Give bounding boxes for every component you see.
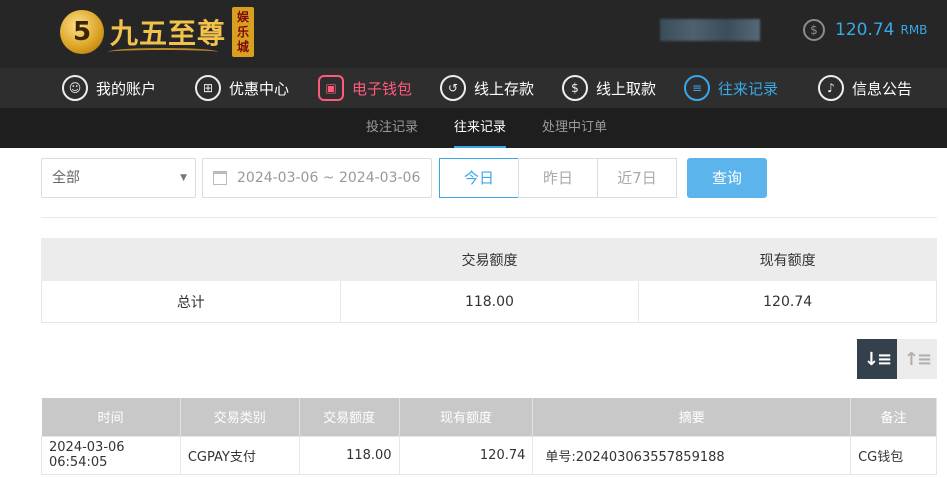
col-header-amount: 交易额度 — [299, 398, 400, 436]
masked-username — [660, 19, 760, 41]
logo-mark-icon: 5 — [60, 10, 104, 54]
date-range-input[interactable]: 2024-03-06 ~ 2024-03-06 — [202, 158, 432, 198]
tab-pending-orders[interactable]: 处理中订单 — [542, 108, 607, 148]
nav-label: 优惠中心 — [229, 79, 290, 98]
summary-header-cell — [41, 238, 341, 281]
col-header-time: 时间 — [41, 398, 181, 436]
sort-ascending-icon: ↑≡ — [903, 348, 932, 370]
wallet-icon: ▣ — [318, 75, 344, 101]
table-row: 2024-03-06 06:54:05 CGPAY支付 118.00 120.7… — [41, 435, 937, 475]
col-header-note: 备注 — [850, 398, 937, 436]
nav-label: 线上取款 — [596, 79, 657, 98]
caret-down-icon: ▼ — [180, 173, 187, 183]
date-range-value: 2024-03-06 ~ 2024-03-06 — [237, 170, 421, 186]
nav-e-wallet[interactable]: ▣ 电子钱包 — [318, 68, 412, 108]
summary-table: 交易额度 现有额度 总计 118.00 120.74 — [41, 238, 937, 323]
cell-amount: 118.00 — [298, 435, 400, 475]
nav-label: 往来记录 — [718, 79, 779, 98]
sort-ascending-button[interactable]: ↑≡ — [897, 339, 937, 379]
summary-header-cell: 现有额度 — [638, 238, 937, 281]
nav-label: 线上存款 — [474, 79, 535, 98]
col-header-type: 交易类别 — [180, 398, 300, 436]
summary-header-row: 交易额度 现有额度 — [41, 238, 937, 281]
summary-total-amount: 118.00 — [339, 280, 640, 323]
cell-balance: 120.74 — [398, 435, 534, 475]
nav-announcements[interactable]: ♪ 信息公告 — [818, 68, 912, 108]
nav-online-deposit[interactable]: ↺ 线上存款 — [440, 68, 534, 108]
cell-note: CG钱包 — [850, 435, 937, 475]
range-yesterday-button[interactable]: 昨日 — [518, 158, 598, 198]
records-icon: ≡ — [684, 75, 710, 101]
nav-label: 电子钱包 — [352, 79, 413, 98]
bell-icon: ♪ — [818, 75, 844, 101]
cell-summary: 单号:202403063557859188 — [532, 435, 852, 475]
calendar-icon — [213, 171, 227, 185]
nav-my-account[interactable]: ☺ 我的账户 — [62, 68, 156, 108]
col-header-balance: 现有额度 — [399, 398, 534, 436]
summary-total-row: 总计 118.00 120.74 — [41, 280, 937, 323]
nav-promotions[interactable]: ⊞ 优惠中心 — [195, 68, 289, 108]
balance-currency: RMB — [900, 23, 928, 37]
nav-label: 信息公告 — [852, 79, 913, 98]
type-select-value: 全部 — [52, 170, 80, 186]
divider — [41, 217, 937, 218]
balance-display: $ 120.74 RMB — [803, 19, 927, 41]
gift-icon: ⊞ — [195, 75, 221, 101]
transactions-table: 时间 交易类别 交易额度 现有额度 摘要 备注 2024-03-06 06:54… — [41, 398, 937, 475]
top-header: 5 九五至尊 娱乐城 $ 120.74 RMB — [0, 0, 947, 68]
summary-header-cell: 交易额度 — [339, 238, 640, 281]
main-nav: ☺ 我的账户 ⊞ 优惠中心 ▣ 电子钱包 ↺ 线上存款 $ 线上取款 ≡ 往来记… — [0, 68, 947, 108]
active-tab-underline — [454, 146, 507, 148]
brand-badge: 娱乐城 — [232, 7, 255, 57]
withdraw-icon: $ — [562, 75, 588, 101]
sort-descending-icon: ↓≡ — [863, 348, 892, 370]
nav-label: 我的账户 — [96, 79, 157, 98]
brand-name: 九五至尊 — [110, 17, 227, 50]
query-button[interactable]: 查询 — [687, 158, 767, 198]
sub-nav: 投注记录 往来记录 处理中订单 — [0, 108, 947, 148]
dollar-coin-icon: $ — [803, 19, 825, 41]
summary-current-balance: 120.74 — [638, 280, 937, 323]
range-today-button[interactable]: 今日 — [439, 158, 519, 198]
type-select[interactable]: 全部 ▼ — [41, 158, 196, 198]
range-last-7-days-button[interactable]: 近7日 — [597, 158, 677, 198]
tab-label: 往来记录 — [454, 120, 507, 135]
tab-bet-records[interactable]: 投注记录 — [366, 108, 418, 148]
nav-online-withdraw[interactable]: $ 线上取款 — [562, 68, 656, 108]
deposit-icon: ↺ — [440, 75, 466, 101]
balance-amount: 120.74 — [835, 20, 895, 40]
cell-time: 2024-03-06 06:54:05 — [41, 435, 181, 475]
user-icon: ☺ — [62, 75, 88, 101]
sort-descending-button[interactable]: ↓≡ — [857, 339, 897, 379]
cell-type: CGPAY支付 — [179, 435, 300, 475]
logo-flourish — [108, 48, 218, 56]
tab-transaction-records[interactable]: 往来记录 — [454, 108, 507, 148]
summary-total-label: 总计 — [41, 280, 341, 323]
nav-records[interactable]: ≡ 往来记录 — [684, 68, 778, 108]
col-header-summary: 摘要 — [532, 398, 852, 436]
transactions-header-row: 时间 交易类别 交易额度 现有额度 摘要 备注 — [41, 398, 937, 436]
